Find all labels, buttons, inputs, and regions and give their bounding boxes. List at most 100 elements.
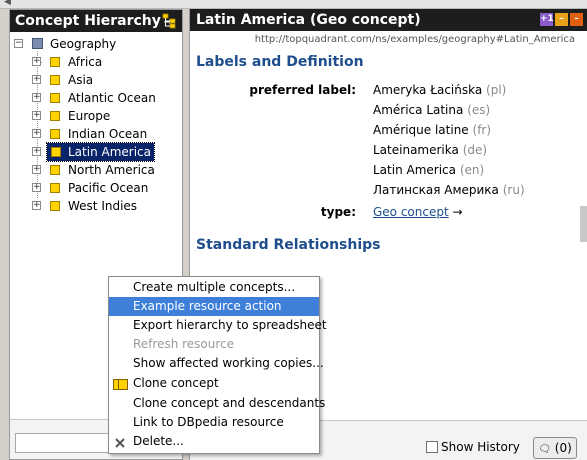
tree-item-latin-america[interactable]: + Latin America <box>10 142 182 162</box>
menu-item-label: Export hierarchy to spreadsheet <box>133 318 327 332</box>
close-panel-button[interactable]: – <box>570 13 583 26</box>
expand-toggle-icon[interactable]: + <box>32 183 41 192</box>
type-value: Geo concept → <box>373 205 463 219</box>
tree-item-label[interactable]: North America <box>68 161 155 179</box>
expand-toggle-icon[interactable]: + <box>32 93 41 102</box>
tree-item-asia[interactable]: + Asia <box>10 71 182 89</box>
label-text: Ameryka Łacińska <box>373 83 483 97</box>
menu-item-label: Refresh resource <box>133 337 235 351</box>
language-tag: (fr) <box>472 123 492 137</box>
tree-item-europe[interactable]: + Europe <box>10 107 182 125</box>
tree-item-label[interactable]: Europe <box>68 107 110 125</box>
menu-item-delete[interactable]: Delete... <box>109 432 319 451</box>
menu-item-clone-concept-and-descendants[interactable]: Clone concept and descendants <box>109 394 325 413</box>
tree-item-pacific-ocean[interactable]: + Pacific Ocean <box>10 179 182 197</box>
tree-item-label[interactable]: Indian Ocean <box>68 125 147 143</box>
concept-icon <box>50 93 60 103</box>
window-buttons: +1– – <box>538 13 583 35</box>
concept-hierarchy-title: Concept Hierarchy <box>15 13 161 29</box>
concept-icon <box>50 111 60 121</box>
tree-root-row[interactable]: − Geography <box>10 35 182 53</box>
expand-toggle-icon[interactable]: + <box>32 201 41 210</box>
language-tag: (ru) <box>502 183 525 197</box>
expand-toggle-icon[interactable]: + <box>32 75 41 84</box>
expand-toggle-icon[interactable]: + <box>32 129 41 138</box>
expand-toggle-icon[interactable]: + <box>32 57 41 66</box>
expand-toggle-icon[interactable]: + <box>32 111 41 120</box>
resource-title: Latin America (Geo concept) <box>196 12 421 28</box>
expand-toggle-icon[interactable]: + <box>32 165 41 174</box>
labels-section-heading: Labels and Definition <box>196 54 364 70</box>
relationships-section-heading: Standard Relationships <box>196 237 381 253</box>
top-strip: ◀ <box>0 0 587 9</box>
preferred-label-value: Latin America (en) <box>373 163 484 177</box>
tree-item-north-america[interactable]: + North America <box>10 161 182 179</box>
concept-hierarchy-header: Concept Hierarchy → <box>10 10 182 32</box>
expand-toggle-icon[interactable]: + <box>32 147 41 156</box>
tree-item-west-indies[interactable]: + West Indies <box>10 197 182 215</box>
concept-icon <box>51 147 61 157</box>
tree-item-label[interactable]: Asia <box>68 71 93 89</box>
menu-item-clone-concept[interactable]: Clone concept <box>109 373 319 394</box>
menu-item-link-to-dbpedia[interactable]: Link to DBpedia resource <box>109 413 319 432</box>
delete-x-icon <box>114 436 126 455</box>
concept-icon <box>50 165 60 175</box>
preferred-label-value: América Latina (es) <box>373 103 490 117</box>
type-link[interactable]: Geo concept <box>373 205 449 219</box>
menu-item-label: Example resource action <box>133 299 282 313</box>
tree-item-africa[interactable]: + Africa <box>10 53 182 71</box>
scroll-left-arrow-icon[interactable]: ◀ <box>4 0 11 7</box>
collapse-toggle-icon[interactable]: − <box>14 39 23 48</box>
tree-item-label[interactable]: Atlantic Ocean <box>68 89 156 107</box>
preferred-label-value: Lateinamerika (de) <box>373 143 487 157</box>
hierarchy-icon[interactable] <box>162 13 176 29</box>
preferred-label-name: preferred label: <box>249 83 356 97</box>
tree-item-label[interactable]: Africa <box>68 53 102 71</box>
root-concept-icon <box>32 38 43 49</box>
concept-icon <box>50 183 60 193</box>
menu-item-show-affected-working-copies[interactable]: Show affected working copies... <box>109 354 324 373</box>
minimize-button[interactable]: – <box>555 13 568 26</box>
concept-icon <box>50 57 60 67</box>
menu-item-label: Clone concept and descendants <box>133 396 326 410</box>
scrollbar-thumb[interactable] <box>580 206 587 242</box>
preferred-label-value: Латинская Америка (ru) <box>373 183 525 197</box>
menu-item-create-multiple-concepts[interactable]: Create multiple concepts... <box>109 278 319 297</box>
resource-uri: http://topquadrant.com/ns/examples/geogr… <box>254 34 575 45</box>
tree-item-label-selected[interactable]: Latin America <box>46 142 155 162</box>
language-tag: (es) <box>467 103 491 117</box>
concept-search-input[interactable] <box>15 433 115 453</box>
tree-item-indian-ocean[interactable]: + Indian Ocean <box>10 125 182 143</box>
tree-item-atlantic-ocean[interactable]: + Atlantic Ocean <box>10 89 182 107</box>
type-arrow-icon[interactable]: → <box>453 205 463 219</box>
label-text: Latin America <box>373 163 456 177</box>
context-menu: Create multiple concepts... Example reso… <box>108 276 327 454</box>
menu-item-export-hierarchy[interactable]: Export hierarchy to spreadsheet <box>109 316 327 335</box>
menu-item-label: Create multiple concepts... <box>133 280 296 294</box>
comments-count: (0) <box>554 441 572 455</box>
selected-label-text: Latin America <box>68 145 151 159</box>
concept-icon <box>50 201 60 211</box>
preferred-label-value: Ameryka Łacińska (pl) <box>373 83 506 97</box>
show-history-checkbox[interactable]: Show History <box>426 440 520 454</box>
menu-item-example-resource-action[interactable]: Example resource action <box>109 297 319 316</box>
type-name: type: <box>320 205 356 219</box>
tree-item-label[interactable]: West Indies <box>68 197 137 215</box>
label-text: Латинская Америка <box>373 183 499 197</box>
menu-item-refresh-resource: Refresh resource <box>109 335 319 354</box>
add-panel-button[interactable]: +1 <box>540 13 554 26</box>
show-history-label: Show History <box>441 440 520 454</box>
label-text: Amérique latine <box>373 123 469 137</box>
language-tag: (de) <box>462 143 488 157</box>
label-text: América Latina <box>373 103 464 117</box>
tree-item-label[interactable]: Pacific Ocean <box>68 179 148 197</box>
comments-button[interactable]: 🗨 (0) <box>533 437 577 459</box>
label-text: Lateinamerika <box>373 143 459 157</box>
tree-root-label[interactable]: Geography <box>50 35 116 53</box>
language-tag: (en) <box>459 163 485 177</box>
resource-header: Latin America (Geo concept) +1– – <box>190 9 587 31</box>
menu-item-label: Link to DBpedia resource <box>133 415 284 429</box>
checkbox-box[interactable] <box>426 441 438 453</box>
comment-icon: 🗨 <box>538 444 551 455</box>
menu-item-label: Show affected working copies... <box>133 356 324 370</box>
